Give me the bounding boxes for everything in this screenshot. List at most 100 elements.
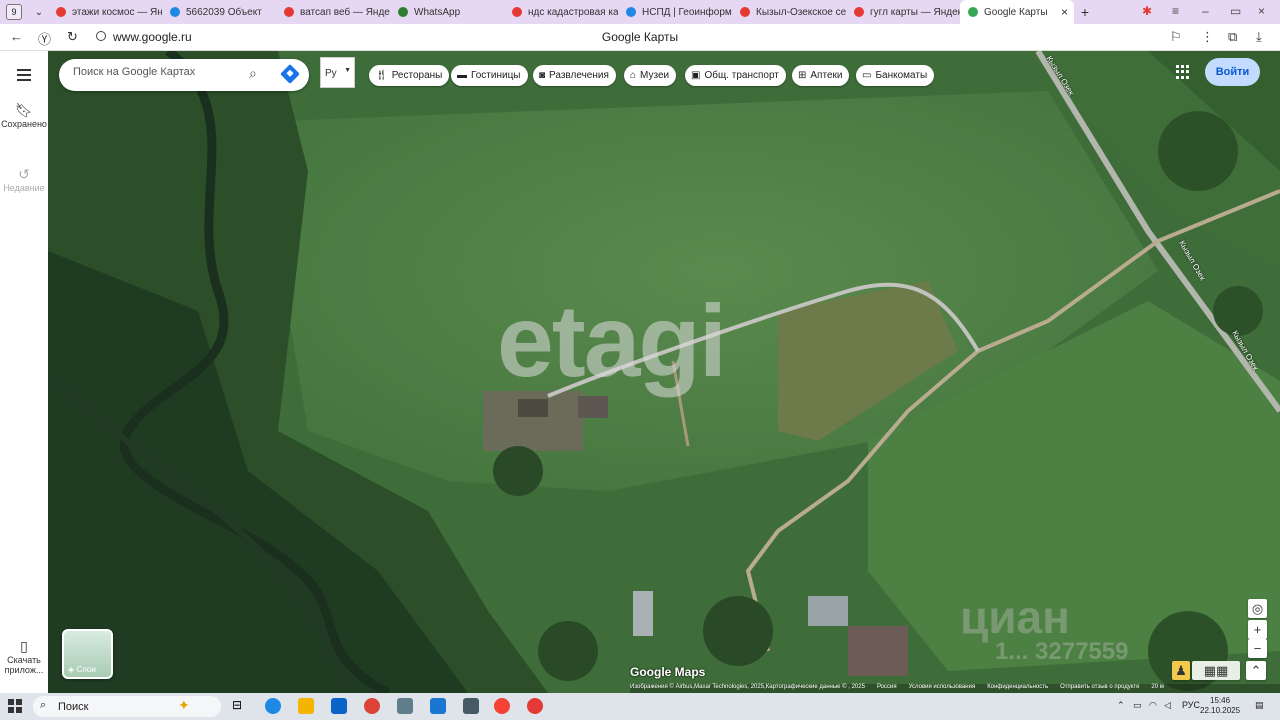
chip-pharmacies[interactable]: ⊞ Аптеки xyxy=(792,65,850,86)
tab-label: этажи космос — Янд xyxy=(72,6,162,18)
yandex-icon xyxy=(284,7,294,17)
download-icon[interactable]: ⤓ xyxy=(1256,29,1262,45)
feedback-link[interactable]: Отправить отзыв о продукте xyxy=(1060,684,1139,693)
download-app-button[interactable]: ▯ Скачать прилож... xyxy=(0,639,48,675)
search-icon[interactable]: ⌕ xyxy=(249,65,257,82)
expand-up-icon[interactable]: ⌃ xyxy=(1246,661,1266,680)
yandex-browser-taskbar-icon[interactable] xyxy=(494,698,510,714)
store-icon[interactable] xyxy=(430,698,446,714)
search-input[interactable] xyxy=(73,66,243,78)
chevron-down-icon[interactable]: ⌄ xyxy=(30,7,48,18)
close-icon[interactable]: × xyxy=(1061,5,1068,19)
globe-icon xyxy=(626,7,636,17)
pegman-icon[interactable]: ♟ xyxy=(1172,661,1190,680)
chip-label: Банкоматы xyxy=(875,70,928,81)
tab-label: Кызыл-Озекское сел xyxy=(756,6,846,18)
minimize-icon[interactable]: – xyxy=(1202,4,1209,18)
tab-label: ндс кадастровая ка xyxy=(528,6,618,18)
task-view-icon[interactable]: ⊟ xyxy=(232,698,248,714)
chip-label: Музеи xyxy=(640,70,670,81)
privacy-link[interactable]: Конфиденциальность xyxy=(987,684,1048,693)
signin-button[interactable]: Войти xyxy=(1205,58,1260,86)
yandex-icon xyxy=(56,7,66,17)
google-maps-icon xyxy=(968,7,978,17)
taskbar-search[interactable]: ⌕ Поиск ✦ xyxy=(33,696,221,717)
chip-hotels[interactable]: ▬ Гостиницы xyxy=(451,65,528,86)
country-link[interactable]: Россия xyxy=(877,684,897,693)
chip-atms[interactable]: ▭ Банкоматы xyxy=(856,65,935,86)
back-arrow-icon[interactable]: ← xyxy=(10,29,23,44)
keyboard-language[interactable]: РУС xyxy=(1182,700,1200,710)
url-text[interactable]: www.google.ru xyxy=(113,30,192,44)
my-location-icon[interactable]: ◎ xyxy=(1248,599,1267,618)
browser-tab[interactable]: Кызыл-Озекское сел xyxy=(732,0,846,24)
notifications-icon[interactable]: ▤ xyxy=(1255,700,1264,711)
google-maps-logo: Google Maps xyxy=(630,665,706,679)
share-icon[interactable]: ⧉ xyxy=(1228,29,1237,45)
tab-label: гугл карты — Яндекс xyxy=(870,6,960,18)
chip-transit[interactable]: ▣ Общ. транспорт xyxy=(685,65,786,86)
attribution-text: Изображения © Airbus,Maxar Technologies,… xyxy=(630,684,865,690)
windows-start-icon[interactable] xyxy=(8,699,22,713)
google-apps-icon[interactable] xyxy=(1176,65,1190,79)
imagery-thumbnails[interactable]: ▦▦ xyxy=(1192,661,1240,680)
browser-tab-active[interactable]: Google Карты × xyxy=(960,0,1074,24)
chip-museums[interactable]: ⌂ Музеи xyxy=(624,65,677,86)
camera-icon: ◙ xyxy=(539,70,546,81)
browser-tab[interactable]: WhatsApp xyxy=(390,0,504,24)
chrome-icon[interactable] xyxy=(364,698,380,714)
map-canvas[interactable]: etagi циан 1... 3277559 Кызыл Озек Кызыл… xyxy=(48,51,1280,693)
hamburger-menu-icon[interactable] xyxy=(17,69,31,84)
bookmark-icon: 🔖︎ xyxy=(15,102,33,118)
menu-icon[interactable]: ≡ xyxy=(1172,4,1179,18)
bus-icon: ▣ xyxy=(691,70,701,81)
yandex-icon xyxy=(854,7,864,17)
tab-label: НСПД | Геоинформа xyxy=(642,6,732,18)
scale-label[interactable]: 20 м xyxy=(1151,684,1163,693)
chip-entertainment[interactable]: ◙ Развлечения xyxy=(533,65,616,86)
network-icon[interactable]: ▭ xyxy=(1133,700,1142,711)
zoom-in-button[interactable]: + xyxy=(1248,620,1267,639)
volume-icon[interactable]: ◁ xyxy=(1164,700,1171,711)
calculator-icon[interactable] xyxy=(463,698,479,714)
browser-tab-strip: 9 ⌄ этажи космос — Янд 5662039 Объект ва… xyxy=(0,0,1280,24)
layers-label: ◈ Слои xyxy=(68,665,96,674)
browser-tab[interactable]: гугл карты — Яндекс xyxy=(846,0,960,24)
history-icon: ↺ xyxy=(18,166,30,182)
file-explorer-icon[interactable] xyxy=(298,698,314,714)
terms-link[interactable]: Условия использования xyxy=(909,684,976,693)
wifi-icon[interactable]: ◠ xyxy=(1149,700,1157,711)
browser-tab[interactable]: ватсап веб — Яндекс xyxy=(276,0,390,24)
bookmark-icon[interactable]: ⚐ xyxy=(1170,29,1182,45)
edge-icon[interactable] xyxy=(265,698,281,714)
browser-tab[interactable]: 5662039 Объект xyxy=(162,0,276,24)
close-window-icon[interactable]: × xyxy=(1258,4,1265,18)
browser-tab[interactable]: ндс кадастровая ка xyxy=(504,0,618,24)
browser-tab[interactable]: этажи космос — Янд xyxy=(48,0,162,24)
tab-label: Google Карты xyxy=(984,6,1048,18)
app-icon[interactable] xyxy=(397,698,413,714)
chip-restaurants[interactable]: 🍴︎ Рестораны xyxy=(369,65,450,86)
maps-pin-icon xyxy=(740,7,750,17)
outlook-icon[interactable] xyxy=(331,698,347,714)
yandex-icon[interactable] xyxy=(527,698,543,714)
language-select[interactable]: Ру ▼ xyxy=(320,57,355,88)
new-tab-button[interactable]: + xyxy=(1074,4,1096,20)
tab-count-button[interactable]: 9 xyxy=(6,4,22,20)
zoom-out-button[interactable]: − xyxy=(1248,639,1267,658)
more-vertical-icon[interactable]: ⋮ xyxy=(1201,29,1214,45)
fork-knife-icon: 🍴︎ xyxy=(375,70,388,81)
directions-icon[interactable] xyxy=(280,64,300,84)
maximize-icon[interactable]: ▭ xyxy=(1230,4,1241,18)
layers-button[interactable]: ◈ Слои xyxy=(62,629,113,679)
saved-button[interactable]: 🔖︎ Сохранено xyxy=(0,102,48,129)
browser-tab[interactable]: НСПД | Геоинформа xyxy=(618,0,732,24)
extension-icon[interactable]: ✱ xyxy=(1142,4,1152,18)
yandex-browser-icon[interactable]: Ⓨ xyxy=(38,29,51,48)
site-info-icon[interactable] xyxy=(96,31,106,41)
chevron-up-icon[interactable]: ⌃ xyxy=(1117,700,1125,711)
recent-button[interactable]: ↺ Недавние xyxy=(0,166,48,193)
taskbar-clock[interactable]: 15:46 22.10.2025 xyxy=(1200,696,1240,716)
reload-icon[interactable]: ↻ xyxy=(67,29,78,45)
cian-watermark: циан xyxy=(960,591,1070,643)
